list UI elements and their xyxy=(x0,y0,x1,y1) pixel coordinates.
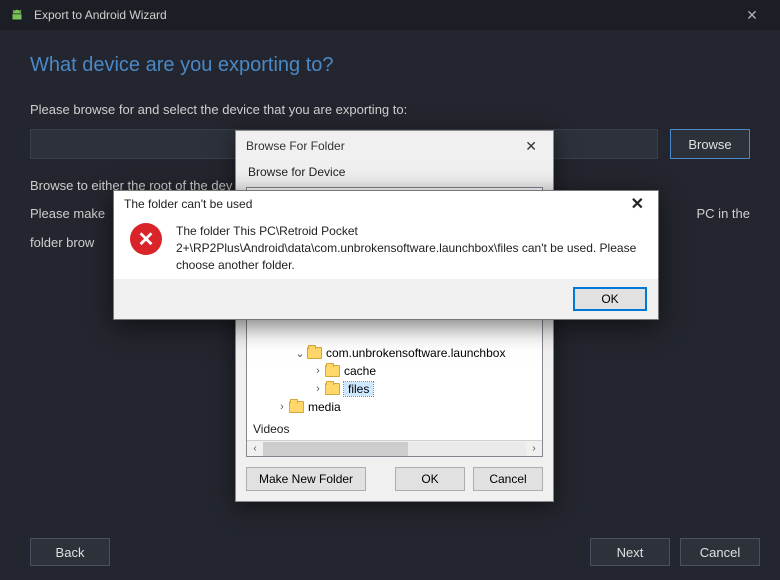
scroll-left-icon[interactable]: ‹ xyxy=(247,442,263,456)
chevron-right-icon[interactable]: › xyxy=(275,401,289,413)
folder-icon xyxy=(289,401,304,413)
bff-subtitle: Browse for Device xyxy=(236,161,553,187)
error-message-dialog: The folder can't be used ✕ ✕ The folder … xyxy=(113,190,659,320)
msg-title-text: The folder can't be used xyxy=(124,197,252,211)
scroll-right-icon[interactable]: › xyxy=(526,442,542,456)
next-button[interactable]: Next xyxy=(590,538,670,566)
bff-ok-button[interactable]: OK xyxy=(395,467,465,491)
browse-button[interactable]: Browse xyxy=(670,129,750,159)
folder-icon xyxy=(307,347,322,359)
folder-icon xyxy=(325,383,340,395)
close-icon[interactable]: ✕ xyxy=(732,7,772,24)
scroll-track[interactable] xyxy=(263,442,526,456)
chevron-down-icon[interactable]: ⌄ xyxy=(293,347,307,360)
bff-title-text: Browse For Folder xyxy=(246,139,345,153)
tree-node-launchbox[interactable]: com.unbrokensoftware.launchbox xyxy=(326,346,505,360)
close-icon[interactable]: ✕ xyxy=(519,138,543,155)
instruction-3a: Please make xyxy=(30,205,105,223)
close-icon[interactable]: ✕ xyxy=(627,194,648,214)
bff-titlebar[interactable]: Browse For Folder ✕ xyxy=(236,131,553,161)
error-icon: ✕ xyxy=(130,223,162,255)
msg-ok-button[interactable]: OK xyxy=(574,288,646,310)
bff-cancel-button[interactable]: Cancel xyxy=(473,467,543,491)
msg-titlebar[interactable]: The folder can't be used ✕ xyxy=(114,191,658,217)
scroll-thumb[interactable] xyxy=(263,442,408,456)
folder-icon xyxy=(325,365,340,377)
chevron-right-icon[interactable]: › xyxy=(311,365,325,377)
wizard-cancel-button[interactable]: Cancel xyxy=(680,538,760,566)
instruction-3b: PC in the xyxy=(697,205,750,223)
tree-node-media[interactable]: media xyxy=(308,400,341,414)
chevron-right-icon[interactable]: › xyxy=(311,383,325,395)
msg-text: The folder This PC\Retroid Pocket 2+\RP2… xyxy=(176,223,642,279)
make-new-folder-button[interactable]: Make New Folder xyxy=(246,467,366,491)
wizard-title-text: Export to Android Wizard xyxy=(34,8,167,22)
horizontal-scrollbar[interactable]: ‹ › xyxy=(247,440,542,456)
tree-node-files[interactable]: files xyxy=(344,382,373,396)
wizard-footer: Back Next Cancel xyxy=(0,524,780,580)
page-heading: What device are you exporting to? xyxy=(30,54,750,77)
android-icon xyxy=(8,6,26,24)
back-button[interactable]: Back xyxy=(30,538,110,566)
tree-node-cache[interactable]: cache xyxy=(344,364,376,378)
tree-node-videos[interactable]: Videos xyxy=(253,422,289,436)
instruction-1: Please browse for and select the device … xyxy=(30,101,750,119)
wizard-titlebar[interactable]: Export to Android Wizard ✕ xyxy=(0,0,780,30)
